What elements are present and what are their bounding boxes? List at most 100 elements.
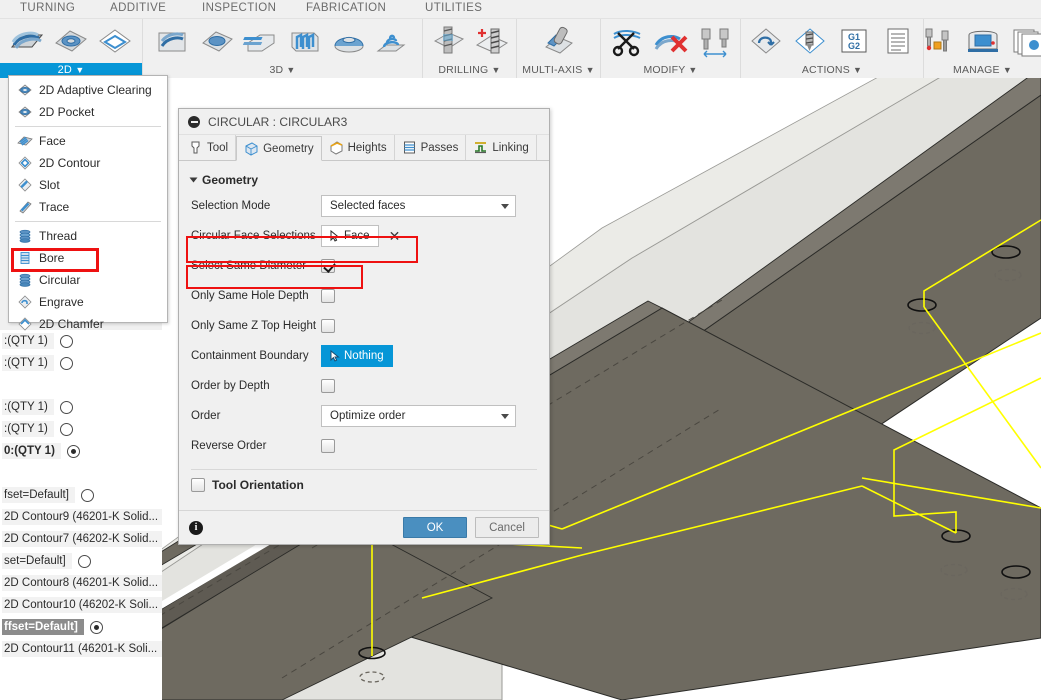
- ribbon-group-drilling-label[interactable]: DRILLING ▼: [438, 63, 500, 78]
- g-code-icon[interactable]: G1 G2: [833, 21, 875, 61]
- tree-row[interactable]: 2D Contour9 (46201-K Solid...: [0, 506, 162, 528]
- tree-row[interactable]: 0:(QTY 1): [0, 440, 162, 462]
- adaptive-2d-icon[interactable]: [6, 21, 48, 61]
- reverse-order-checkbox[interactable]: [321, 439, 335, 453]
- geometry-section-header[interactable]: Geometry: [179, 169, 549, 191]
- tree-row-spacer: [0, 462, 162, 484]
- add-drill-icon[interactable]: [471, 21, 513, 61]
- menu-item-circular[interactable]: Circular: [9, 269, 167, 291]
- delete-toolpath-icon[interactable]: [650, 21, 692, 61]
- tree-row[interactable]: :(QTY 1): [0, 352, 162, 374]
- tree-row[interactable]: :(QTY 1): [0, 418, 162, 440]
- menu-item-trace[interactable]: Trace: [9, 196, 167, 218]
- ribbon-group-3d-label[interactable]: 3D ▼: [269, 63, 295, 78]
- ribbon-tab-fabrication[interactable]: FABRICATION: [300, 2, 392, 14]
- menu-item-face[interactable]: Face: [9, 130, 167, 152]
- pocket-3d-icon[interactable]: [196, 21, 238, 61]
- radio-icon[interactable]: [59, 356, 73, 370]
- menu-item-label: Engrave: [39, 295, 84, 309]
- tree-row[interactable]: 2D Contour7 (46202-K Solid...: [0, 528, 162, 550]
- dialog-title-bar[interactable]: CIRCULAR : CIRCULAR3: [179, 109, 549, 135]
- parallel-icon[interactable]: [284, 21, 326, 61]
- ribbon-group-modify-label[interactable]: MODIFY ▼: [643, 63, 697, 78]
- ok-button[interactable]: OK: [403, 517, 467, 538]
- ribbon-group-actions: G1 G2 ACTIONS ▼: [740, 19, 923, 78]
- spiral-icon[interactable]: [372, 21, 414, 61]
- menu-item-2d-pocket[interactable]: 2D Pocket: [9, 101, 167, 123]
- collapse-icon[interactable]: [188, 115, 200, 128]
- ribbon-group-manage-label[interactable]: MANAGE ▼: [953, 63, 1012, 78]
- tab-tool[interactable]: Tool: [181, 135, 237, 160]
- circular-operation-dialog[interactable]: CIRCULAR : CIRCULAR3 Tool Geometry Heigh…: [178, 108, 550, 545]
- ribbon-tab-additive[interactable]: ADDITIVE: [104, 2, 172, 14]
- circular-face-selections-button[interactable]: Face: [321, 225, 379, 247]
- order-value: Optimize order: [330, 410, 406, 422]
- info-icon[interactable]: i: [189, 520, 203, 535]
- tool-orientation-section[interactable]: Tool Orientation: [179, 470, 549, 500]
- menu-item-slot[interactable]: Slot: [9, 174, 167, 196]
- menu-item-engrave[interactable]: Engrave: [9, 291, 167, 313]
- tree-row[interactable]: 2D Contour11 (46201-K Soli...: [0, 638, 162, 660]
- dialog-tab-bar[interactable]: Tool Geometry Heights Passes Linking: [179, 135, 549, 161]
- containment-boundary-button[interactable]: Nothing: [321, 345, 393, 367]
- radio-icon[interactable]: [59, 422, 73, 436]
- tool-library-icon[interactable]: [918, 21, 960, 61]
- tree-row[interactable]: set=Default]: [0, 550, 162, 572]
- tool-orientation-checkbox[interactable]: [191, 478, 205, 492]
- tree-row-label: :(QTY 1): [2, 421, 54, 437]
- tab-heights[interactable]: Heights: [322, 135, 395, 160]
- tree-row[interactable]: fset=Default]: [0, 484, 162, 506]
- machine-library-icon[interactable]: [962, 21, 1004, 61]
- browser-tree[interactable]: :(QTY 1) :(QTY 1) :(QTY 1) :(QTY 1) 0:(Q…: [0, 330, 162, 700]
- only-same-z-top-height-checkbox[interactable]: [321, 319, 335, 333]
- radio-icon-selected[interactable]: [89, 620, 103, 634]
- tree-row[interactable]: :(QTY 1): [0, 396, 162, 418]
- tab-geometry[interactable]: Geometry: [236, 136, 322, 161]
- tab-passes[interactable]: Passes: [395, 135, 467, 160]
- radio-icon[interactable]: [59, 334, 73, 348]
- pocket-2d-icon[interactable]: [50, 21, 92, 61]
- tree-row[interactable]: 2D Contour8 (46201-K Solid...: [0, 572, 162, 594]
- tool-compare-icon[interactable]: [694, 21, 736, 61]
- thread-icon: [17, 228, 33, 244]
- menu-item-thread[interactable]: Thread: [9, 225, 167, 247]
- field-select-same-diameter: Select Same Diameter: [179, 251, 549, 281]
- tree-row-label: :(QTY 1): [2, 399, 54, 415]
- select-same-diameter-checkbox[interactable]: [321, 259, 335, 273]
- only-same-hole-depth-checkbox[interactable]: [321, 289, 335, 303]
- ribbon-group-actions-label[interactable]: ACTIONS ▼: [802, 63, 862, 78]
- tree-row-selected[interactable]: ffset=Default]: [0, 616, 162, 638]
- horizontal-icon[interactable]: [240, 21, 282, 61]
- ribbon-group-manage: MANAGE ▼: [923, 19, 1041, 78]
- clear-selection-icon[interactable]: ✕: [389, 229, 401, 243]
- menu-item-2d-chamfer[interactable]: 2D Chamfer: [9, 313, 167, 335]
- simulate-icon[interactable]: [745, 21, 787, 61]
- cancel-button[interactable]: Cancel: [475, 517, 539, 538]
- selection-mode-dropdown[interactable]: Selected faces: [321, 195, 516, 217]
- multi-axis-icon[interactable]: [538, 21, 580, 61]
- adaptive-3d-icon[interactable]: [152, 21, 194, 61]
- radio-icon[interactable]: [80, 488, 94, 502]
- ribbon-tab-inspection[interactable]: INSPECTION: [196, 2, 282, 14]
- contour-2d-icon[interactable]: [94, 21, 136, 61]
- menu-item-2d-adaptive-clearing[interactable]: 2D Adaptive Clearing: [9, 79, 167, 101]
- radio-icon-selected[interactable]: [66, 444, 80, 458]
- radio-icon[interactable]: [59, 400, 73, 414]
- order-by-depth-checkbox[interactable]: [321, 379, 335, 393]
- scissors-icon[interactable]: [606, 21, 648, 61]
- order-dropdown[interactable]: Optimize order: [321, 405, 516, 427]
- dialog-footer: i OK Cancel: [179, 510, 549, 544]
- ribbon-tab-utilities[interactable]: UTILITIES: [419, 2, 488, 14]
- 2d-operations-flyout-menu[interactable]: 2D Adaptive Clearing 2D Pocket Face 2D C…: [8, 75, 168, 331]
- ribbon-tab-turning[interactable]: TURNING: [14, 2, 81, 14]
- radio-icon[interactable]: [77, 554, 91, 568]
- post-process-icon[interactable]: [789, 21, 831, 61]
- drill-icon[interactable]: [427, 21, 469, 61]
- ribbon-group-multi-axis-label[interactable]: MULTI-AXIS ▼: [522, 63, 594, 78]
- menu-item-2d-contour[interactable]: 2D Contour: [9, 152, 167, 174]
- tree-row[interactable]: 2D Contour10 (46202-K Soli...: [0, 594, 162, 616]
- template-library-icon[interactable]: [1006, 21, 1041, 61]
- scallop-icon[interactable]: [328, 21, 370, 61]
- tab-linking[interactable]: Linking: [466, 135, 537, 160]
- chevron-down-icon: ▼: [286, 65, 296, 75]
